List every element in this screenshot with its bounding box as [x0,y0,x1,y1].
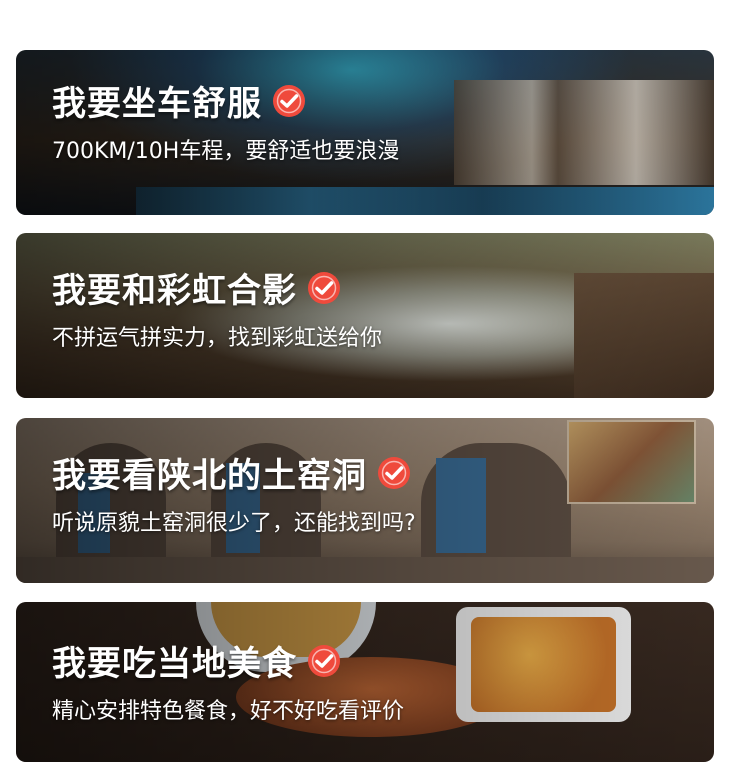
card-cave-dwellings[interactable]: 我要看陕北的土窑洞 听说原貌土窑洞很少了，还能找到吗? [16,418,714,583]
card-subtitle: 700KM/10H车程，要舒适也要浪漫 [52,139,400,164]
check-badge-icon [308,271,340,304]
card-comfortable-ride[interactable]: 我要坐车舒服 700KM/10H车程，要舒适也要浪漫 [16,50,714,215]
check-badge-icon [273,84,305,117]
card-title: 我要吃当地美食 [52,644,297,684]
check-badge-icon [378,456,410,489]
card-subtitle: 听说原貌土窑洞很少了，还能找到吗? [52,511,416,536]
card-rainbow-photo[interactable]: 我要和彩虹合影 不拼运气拼实力，找到彩虹送给你 [16,233,714,398]
card-subtitle: 精心安排特色餐食，好不好吃看评价 [52,699,405,724]
card-title: 我要和彩虹合影 [52,271,297,311]
card-title: 我要看陕北的土窑洞 [52,456,367,496]
card-text: 我要吃当地美食 精心安排特色餐食，好不好吃看评价 [52,636,404,725]
card-text: 我要看陕北的土窑洞 听说原貌土窑洞很少了，还能找到吗? [52,448,416,537]
feature-card-list: 我要坐车舒服 700KM/10H车程，要舒适也要浪漫 我要和彩虹合影 不拼运气拼… [0,0,730,762]
card-title: 我要坐车舒服 [52,84,262,124]
card-text: 我要和彩虹合影 不拼运气拼实力，找到彩虹送给你 [52,263,382,352]
card-subtitle: 不拼运气拼实力，找到彩虹送给你 [52,326,383,351]
card-local-food[interactable]: 我要吃当地美食 精心安排特色餐食，好不好吃看评价 [16,602,714,762]
card-text: 我要坐车舒服 700KM/10H车程，要舒适也要浪漫 [52,76,399,165]
check-badge-icon [308,644,340,677]
